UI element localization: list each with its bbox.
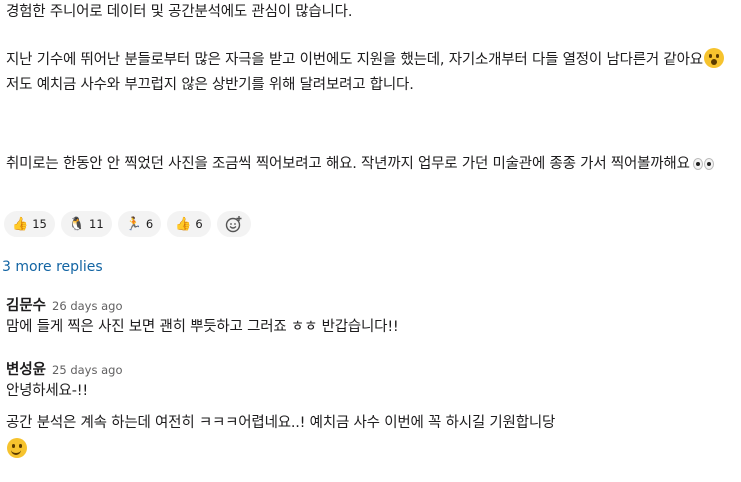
message-text: 취미로는 한동안 안 찍었던 사진을 조금씩 찍어보려고 해요. 작년까지 업무… [6, 156, 690, 172]
reply-author[interactable]: 김문수 [6, 298, 46, 314]
thread-reply: 김문수 26 days ago 맘에 들게 찍은 사진 보면 괜히 뿌듯하고 그러… [6, 294, 399, 340]
thread-reply: 변성윤 25 days ago 안녕하세요-!! [6, 358, 123, 404]
reaction-thumbs-up-yellow[interactable]: 👍 6 [167, 211, 211, 237]
add-reaction-button[interactable] [216, 211, 251, 237]
reply-text: 공간 분석은 계속 하는데 여전히 ㅋㅋㅋ어렵네요..! 예치금 사수 이번에 … [6, 415, 556, 431]
eyes-icon [692, 154, 715, 179]
reaction-running[interactable]: 🏃 6 [117, 211, 162, 237]
message-text: 지난 기수에 뛰어난 분들로부터 많은 자극을 받고 이번에도 지원을 했는데,… [6, 52, 703, 68]
reaction-penguin[interactable]: 🐧 11 [60, 211, 112, 237]
message-paragraph: 지난 기수에 뛰어난 분들로부터 많은 자극을 받고 이번에도 지원을 했는데,… [6, 48, 735, 98]
message-text: 저도 예치금 사수와 부끄럽지 않은 상반기를 위해 달려보려고 합니다. [6, 77, 414, 93]
reply-author[interactable]: 변성윤 [6, 362, 46, 378]
surprised-face-icon [703, 48, 724, 68]
running-icon: 🏃 [125, 216, 142, 232]
reaction-count: 15 [32, 217, 47, 231]
reply-text: 안녕하세요-!! [6, 383, 88, 399]
reaction-bar: 👍 15 🐧 11 🏃 6 👍 6 [4, 211, 251, 237]
reaction-thumbs-up[interactable]: 👍 15 [4, 211, 55, 237]
message-line: 경험한 주니어로 데이터 및 공간분석에도 관심이 많습니다. [6, 4, 353, 20]
thumbs-up-icon: 👍 [12, 216, 29, 232]
more-replies-link[interactable]: 3 more replies [2, 259, 103, 275]
add-emoji-icon [225, 216, 242, 233]
reply-text: 맘에 들게 찍은 사진 보면 괜히 뿌듯하고 그러죠 ㅎㅎ 반갑습니다!! [6, 319, 399, 335]
reaction-count: 6 [195, 217, 203, 231]
slightly-smiling-face-icon [7, 438, 27, 458]
reaction-count: 6 [145, 217, 154, 231]
thread-reply-continuation: 공간 분석은 계속 하는데 여전히 ㅋㅋㅋ어렵네요..! 예치금 사수 이번에 … [6, 411, 555, 458]
reply-timestamp[interactable]: 26 days ago [52, 299, 122, 313]
penguin-icon: 🐧 [68, 216, 86, 232]
message-paragraph: 취미로는 한동안 안 찍었던 사진을 조금씩 찍어보려고 해요. 작년까지 업무… [6, 152, 735, 179]
thumbs-up-yellow-icon: 👍 [175, 216, 192, 232]
reaction-count: 11 [89, 217, 104, 231]
reply-timestamp[interactable]: 25 days ago [52, 363, 122, 377]
